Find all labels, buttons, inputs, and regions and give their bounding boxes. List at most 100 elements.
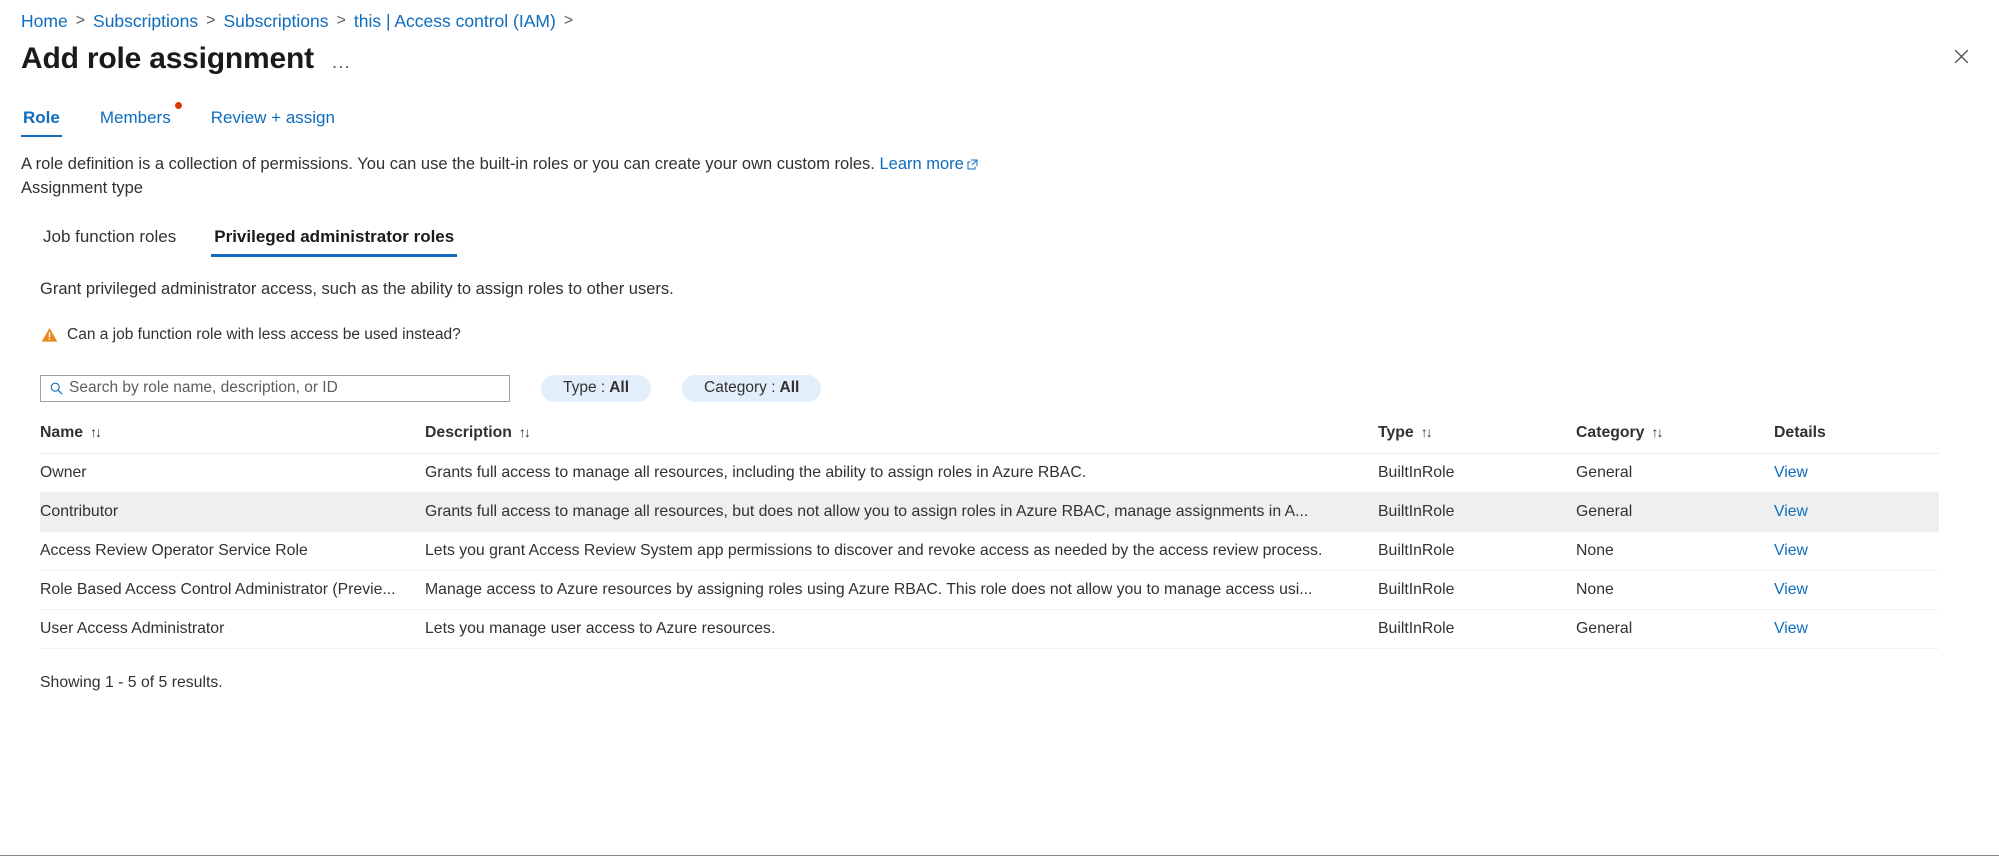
footer-spacer bbox=[0, 693, 1999, 855]
cell-description: Grants full access to manage all resourc… bbox=[425, 492, 1378, 532]
table-row[interactable]: Owner Grants full access to manage all re… bbox=[40, 453, 1939, 493]
search-box[interactable] bbox=[40, 374, 510, 402]
tab-label: Members bbox=[99, 108, 171, 127]
pivot-privileged-administrator-roles[interactable]: Privileged administrator roles bbox=[211, 227, 458, 257]
assignment-type-pivot: Job function roles Privileged administrat… bbox=[0, 221, 1999, 257]
close-button[interactable] bbox=[1945, 40, 1977, 72]
cell-details[interactable]: View bbox=[1774, 492, 1939, 532]
breadcrumb-separator: > bbox=[206, 12, 216, 29]
column-header-details: Details bbox=[1774, 424, 1939, 454]
cell-type: BuiltInRole bbox=[1378, 531, 1576, 571]
cell-name: Contributor bbox=[40, 492, 425, 532]
cell-category: None bbox=[1576, 570, 1774, 610]
cell-type: BuiltInRole bbox=[1378, 492, 1576, 532]
external-link-icon bbox=[967, 159, 978, 170]
filter-pill-label: Category : bbox=[704, 379, 776, 396]
warning-row: Can a job function role with less access… bbox=[40, 325, 1999, 345]
breadcrumb-separator: > bbox=[336, 12, 346, 29]
cell-description: Lets you grant Access Review System app … bbox=[425, 531, 1378, 571]
cell-type: BuiltInRole bbox=[1378, 609, 1576, 649]
cell-details[interactable]: View bbox=[1774, 609, 1939, 649]
column-header-type[interactable]: Type ↑↓ bbox=[1378, 424, 1576, 454]
sort-arrows-icon: ↑↓ bbox=[518, 424, 531, 440]
sort-arrows-icon: ↑↓ bbox=[1651, 424, 1663, 440]
column-header-label: Name bbox=[40, 424, 84, 441]
filter-pill-category[interactable]: Category : All bbox=[682, 374, 822, 402]
column-header-description[interactable]: Description ↑↓ bbox=[425, 424, 1378, 454]
table-header-row: Name ↑↓ Description ↑↓ Type ↑↓ Category ↑↓ Detai… bbox=[40, 424, 1939, 454]
view-details-link[interactable]: View bbox=[1774, 503, 1808, 520]
filter-pill-label: Type : bbox=[563, 379, 606, 396]
cell-details[interactable]: View bbox=[1774, 570, 1939, 610]
tab-members[interactable]: Members bbox=[98, 102, 182, 137]
table-row[interactable]: Contributor Grants full access to manage … bbox=[40, 492, 1939, 532]
cell-category: General bbox=[1576, 609, 1774, 649]
column-header-name[interactable]: Name ↑↓ bbox=[40, 424, 425, 454]
tab-role[interactable]: Role bbox=[21, 108, 62, 137]
breadcrumb-item-0[interactable]: Home bbox=[21, 10, 68, 32]
tab-attention-dot-icon bbox=[174, 102, 182, 109]
tab-review-assign[interactable]: Review + assign bbox=[209, 108, 337, 137]
view-details-link[interactable]: View bbox=[1774, 581, 1808, 598]
warning-triangle-icon bbox=[40, 326, 58, 344]
grant-description: Grant privileged administrator access, s… bbox=[40, 280, 674, 298]
search-input[interactable] bbox=[69, 375, 509, 401]
cell-name: User Access Administrator bbox=[40, 609, 425, 649]
sort-arrows-icon: ↑↓ bbox=[1420, 424, 1433, 440]
assignment-type-label: Assignment type bbox=[21, 179, 143, 197]
pivot-job-function-roles[interactable]: Job function roles bbox=[40, 227, 179, 257]
cell-description: Manage access to Azure resources by assi… bbox=[425, 570, 1378, 610]
tab-label: Review + assign bbox=[210, 108, 335, 127]
cell-category: General bbox=[1576, 492, 1774, 532]
view-details-link[interactable]: View bbox=[1774, 620, 1808, 637]
cell-description: Lets you manage user access to Azure res… bbox=[425, 609, 1378, 649]
cell-category: General bbox=[1576, 453, 1774, 493]
roles-toolbar: Type :AllCategory :All bbox=[40, 374, 1999, 402]
column-header-label: Details bbox=[1774, 424, 1826, 441]
cell-name: Access Review Operator Service Role bbox=[40, 531, 425, 571]
table-row[interactable]: Role Based Access Control Administrator … bbox=[40, 570, 1939, 610]
column-header-label: Category bbox=[1576, 424, 1645, 441]
roles-table-container: Name ↑↓ Description ↑↓ Type ↑↓ Category ↑↓ Detai… bbox=[40, 424, 1959, 693]
breadcrumb-separator: > bbox=[75, 12, 86, 29]
breadcrumb-item-1[interactable]: Subscriptions bbox=[93, 10, 198, 32]
cell-type: BuiltInRole bbox=[1378, 570, 1576, 610]
lead-description: A role definition is a collection of per… bbox=[0, 153, 1999, 175]
cell-type: BuiltInRole bbox=[1378, 453, 1576, 493]
breadcrumb-item-2[interactable]: Subscriptions bbox=[223, 10, 328, 32]
breadcrumb-item-3[interactable]: this | Access control (IAM) bbox=[354, 10, 556, 32]
warning-text: Can a job function role with less access… bbox=[67, 326, 461, 343]
table-row[interactable]: User Access Administrator Lets you manage… bbox=[40, 609, 1939, 649]
filter-pills: Type : All Category : All bbox=[510, 374, 822, 402]
close-icon bbox=[1954, 49, 1968, 63]
roles-table-body: Owner Grants full access to manage all re… bbox=[40, 453, 1939, 649]
breadcrumb: Home > Subscriptions > Subscriptions > this | … bbox=[0, 0, 1999, 32]
cell-name: Owner bbox=[40, 453, 425, 493]
sort-arrows-icon: ↑↓ bbox=[90, 424, 102, 440]
breadcrumb-separator: > bbox=[563, 12, 574, 29]
column-header-label: Description bbox=[425, 424, 512, 441]
tab-label: Role bbox=[23, 108, 60, 127]
wizard-tabs: Role Members Review + assign bbox=[0, 102, 1999, 137]
view-details-link[interactable]: View bbox=[1774, 542, 1808, 559]
column-header-label: Type bbox=[1378, 424, 1414, 441]
learn-more-link[interactable]: Learn more bbox=[879, 155, 963, 173]
cell-details[interactable]: View bbox=[1774, 453, 1939, 493]
cell-name: Role Based Access Control Administrator … bbox=[40, 570, 425, 610]
table-row[interactable]: Access Review Operator Service Role Lets … bbox=[40, 531, 1939, 571]
cell-details[interactable]: View bbox=[1774, 531, 1939, 571]
lead-text: A role definition is a collection of per… bbox=[21, 155, 875, 173]
roles-table-head: Name ↑↓ Description ↑↓ Type ↑↓ Category ↑↓ Detai… bbox=[40, 424, 1939, 454]
page-title: Add role assignment bbox=[21, 42, 314, 75]
filter-pill-value: All bbox=[779, 379, 800, 396]
filter-pill-type[interactable]: Type : All bbox=[541, 374, 652, 402]
results-count: Showing 1 - 5 of 5 results. bbox=[40, 674, 223, 691]
cell-category: None bbox=[1576, 531, 1774, 571]
cell-description: Grants full access to manage all resourc… bbox=[425, 453, 1378, 493]
column-header-category[interactable]: Category ↑↓ bbox=[1576, 424, 1774, 454]
view-details-link[interactable]: View bbox=[1774, 464, 1808, 481]
more-options-button[interactable]: ... bbox=[332, 53, 351, 72]
roles-table: Name ↑↓ Description ↑↓ Type ↑↓ Category ↑↓ Detai… bbox=[40, 424, 1939, 649]
filter-pill-value: All bbox=[609, 379, 630, 396]
pivot-body: Grant privileged administrator access, s… bbox=[0, 257, 1999, 693]
